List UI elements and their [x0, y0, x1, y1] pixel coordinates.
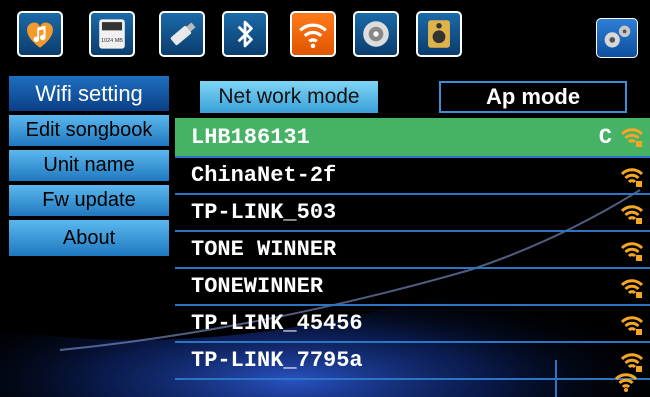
- ap-mode-button[interactable]: Ap mode: [439, 81, 627, 113]
- sidebar-item-about[interactable]: About: [8, 219, 170, 257]
- sd-card-icon[interactable]: 1024 MB: [89, 11, 135, 57]
- wifi-signal-icon: [620, 279, 644, 298]
- sd-card-label: 1024 MB: [101, 38, 123, 44]
- network-list: LHB186131 C ChinaNet-2f TP-LINK_503 TONE…: [175, 118, 650, 380]
- connected-tag: C: [598, 125, 612, 150]
- wifi-signal-icon: [620, 242, 644, 261]
- network-ssid: ChinaNet-2f: [191, 163, 337, 188]
- network-ssid: LHB186131: [191, 124, 310, 150]
- settings-sidebar: Wifi setting Edit songbook Unit name Fw …: [8, 75, 170, 259]
- mode-bar: Net work mode Ap mode: [175, 76, 650, 116]
- network-row[interactable]: TONE WINNER: [175, 232, 650, 269]
- network-ssid: TP-LINK_503: [191, 200, 337, 225]
- sidebar-item-edit-songbook[interactable]: Edit songbook: [8, 114, 170, 147]
- settings-icon[interactable]: [596, 18, 638, 58]
- wifi-signal-icon: [614, 373, 638, 392]
- network-row[interactable]: TP-LINK_7795a: [175, 343, 650, 380]
- wifi-signal-icon: [620, 353, 644, 372]
- network-row[interactable]: TONEWINNER: [175, 269, 650, 306]
- network-ssid: TONEWINNER: [191, 274, 324, 299]
- wifi-signal-icon: [620, 316, 644, 335]
- network-mode-button[interactable]: Net work mode: [200, 81, 378, 113]
- music-icon[interactable]: [17, 11, 63, 57]
- network-row[interactable]: TP-LINK_45456: [175, 306, 650, 343]
- wifi-signal-icon: [620, 205, 644, 224]
- sidebar-item-wifi-setting[interactable]: Wifi setting: [8, 75, 170, 112]
- wifi-signal-icon: [620, 168, 644, 187]
- network-row-selected[interactable]: LHB186131 C: [175, 118, 650, 158]
- sidebar-item-unit-name[interactable]: Unit name: [8, 149, 170, 182]
- usb-icon[interactable]: [159, 11, 205, 57]
- speaker-icon[interactable]: [416, 11, 462, 57]
- bluetooth-icon[interactable]: [222, 11, 268, 57]
- bottom-divider: [555, 360, 557, 397]
- wifi-icon[interactable]: [290, 11, 336, 57]
- network-ssid: TP-LINK_45456: [191, 311, 363, 336]
- network-ssid: TP-LINK_7795a: [191, 348, 363, 373]
- sidebar-item-fw-update[interactable]: Fw update: [8, 184, 170, 217]
- network-ssid: TONE WINNER: [191, 237, 337, 262]
- network-row[interactable]: TP-LINK_503: [175, 195, 650, 232]
- wifi-signal-icon: [620, 128, 644, 147]
- disc-icon[interactable]: [353, 11, 399, 57]
- network-row[interactable]: ChinaNet-2f: [175, 158, 650, 195]
